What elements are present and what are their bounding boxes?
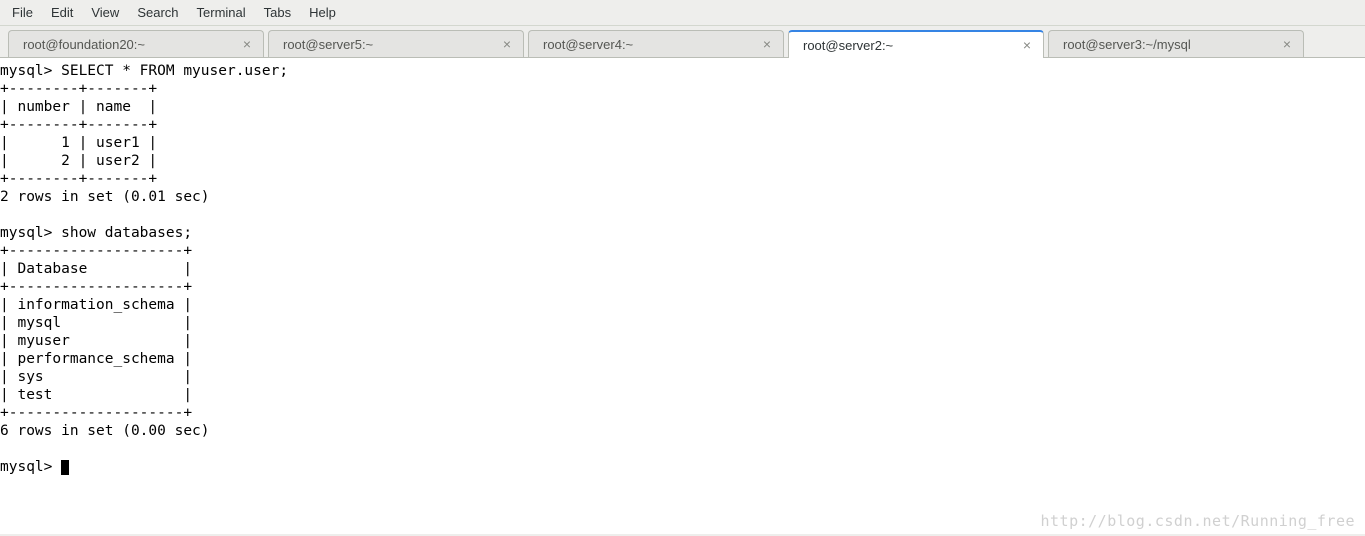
tab-server2[interactable]: root@server2:~ × — [788, 30, 1044, 58]
menu-edit[interactable]: Edit — [51, 5, 73, 20]
menu-view[interactable]: View — [91, 5, 119, 20]
menu-terminal[interactable]: Terminal — [197, 5, 246, 20]
tab-label: root@server5:~ — [283, 37, 373, 52]
tab-foundation20[interactable]: root@foundation20:~ × — [8, 30, 264, 57]
close-icon[interactable]: × — [241, 36, 253, 52]
menubar: File Edit View Search Terminal Tabs Help — [0, 0, 1365, 26]
tab-label: root@foundation20:~ — [23, 37, 145, 52]
menu-help[interactable]: Help — [309, 5, 336, 20]
terminal-output[interactable]: mysql> SELECT * FROM myuser.user; +-----… — [0, 58, 1365, 534]
tab-server3[interactable]: root@server3:~/mysql × — [1048, 30, 1304, 57]
tab-server4[interactable]: root@server4:~ × — [528, 30, 784, 57]
close-icon[interactable]: × — [1281, 36, 1293, 52]
tab-label: root@server2:~ — [803, 38, 893, 53]
tabbar: root@foundation20:~ × root@server5:~ × r… — [0, 26, 1365, 58]
menu-search[interactable]: Search — [137, 5, 178, 20]
cursor-icon — [61, 460, 69, 475]
menu-file[interactable]: File — [12, 5, 33, 20]
tab-label: root@server3:~/mysql — [1063, 37, 1191, 52]
close-icon[interactable]: × — [761, 36, 773, 52]
tab-label: root@server4:~ — [543, 37, 633, 52]
watermark: http://blog.csdn.net/Running_free — [1040, 512, 1355, 530]
tab-server5[interactable]: root@server5:~ × — [268, 30, 524, 57]
menu-tabs[interactable]: Tabs — [264, 5, 291, 20]
close-icon[interactable]: × — [1021, 37, 1033, 53]
close-icon[interactable]: × — [501, 36, 513, 52]
